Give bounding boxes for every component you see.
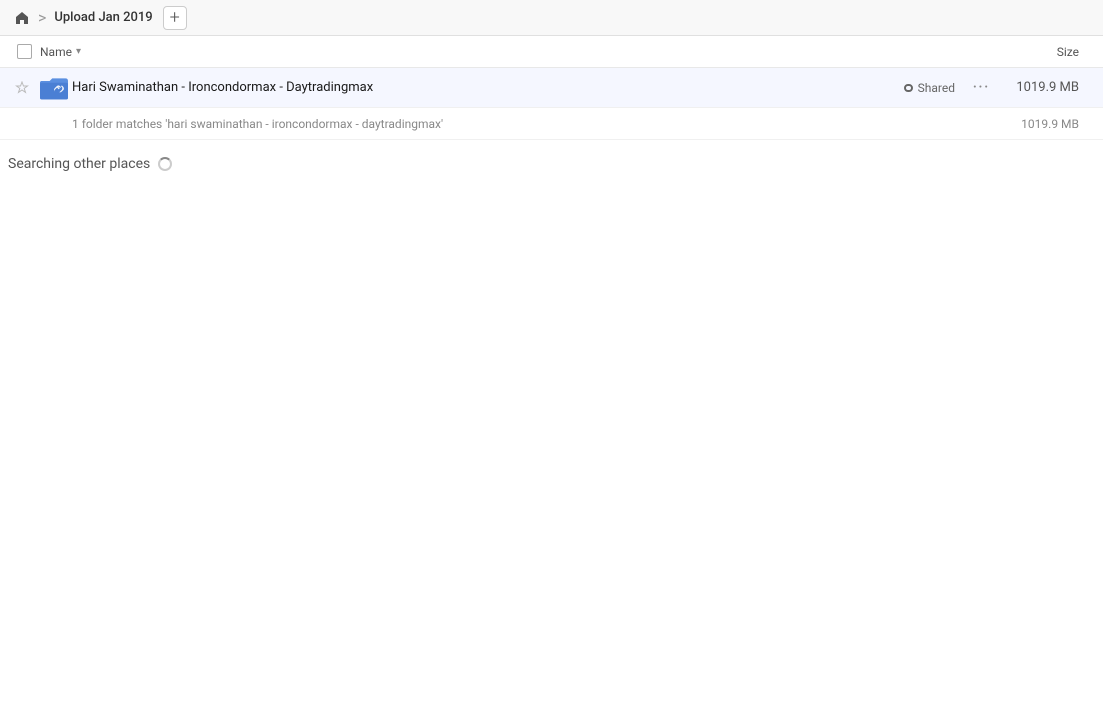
name-column-label: Name — [40, 45, 72, 59]
size-column-header: Size — [995, 45, 1095, 59]
select-all-checkbox-wrapper[interactable] — [8, 44, 40, 59]
home-icon — [14, 10, 30, 26]
breadcrumb-title: Upload Jan 2019 — [48, 10, 158, 25]
loading-spinner — [158, 157, 172, 171]
select-all-checkbox[interactable] — [17, 44, 32, 59]
shared-label: Shared — [918, 81, 955, 95]
match-size: 1019.9 MB — [995, 117, 1095, 131]
shared-badge: Shared — [902, 81, 955, 95]
file-size: 1019.9 MB — [995, 80, 1095, 95]
star-icon — [15, 81, 29, 95]
link-icon — [902, 82, 914, 94]
match-info-row: 1 folder matches 'hari swaminathan - iro… — [0, 108, 1103, 140]
add-tab-button[interactable]: + — [163, 6, 187, 30]
file-name: Hari Swaminathan - Ironcondormax - Daytr… — [72, 80, 902, 95]
column-header-row: Name ▾ Size — [0, 36, 1103, 68]
shared-folder-icon — [40, 76, 68, 100]
home-button[interactable] — [8, 4, 36, 32]
match-info-text: 1 folder matches 'hari swaminathan - iro… — [72, 117, 995, 131]
more-options-button[interactable]: ··· — [967, 74, 995, 102]
name-column-header[interactable]: Name ▾ — [40, 45, 995, 59]
breadcrumb-separator: > — [38, 8, 46, 27]
name-sort-icon: ▾ — [76, 46, 81, 57]
searching-text: Searching other places — [8, 156, 150, 172]
file-row[interactable]: Hari Swaminathan - Ironcondormax - Daytr… — [0, 68, 1103, 108]
star-button[interactable] — [8, 74, 36, 102]
searching-row: Searching other places — [0, 140, 1103, 180]
folder-icon-wrapper — [36, 74, 72, 102]
top-bar: > Upload Jan 2019 + — [0, 0, 1103, 36]
